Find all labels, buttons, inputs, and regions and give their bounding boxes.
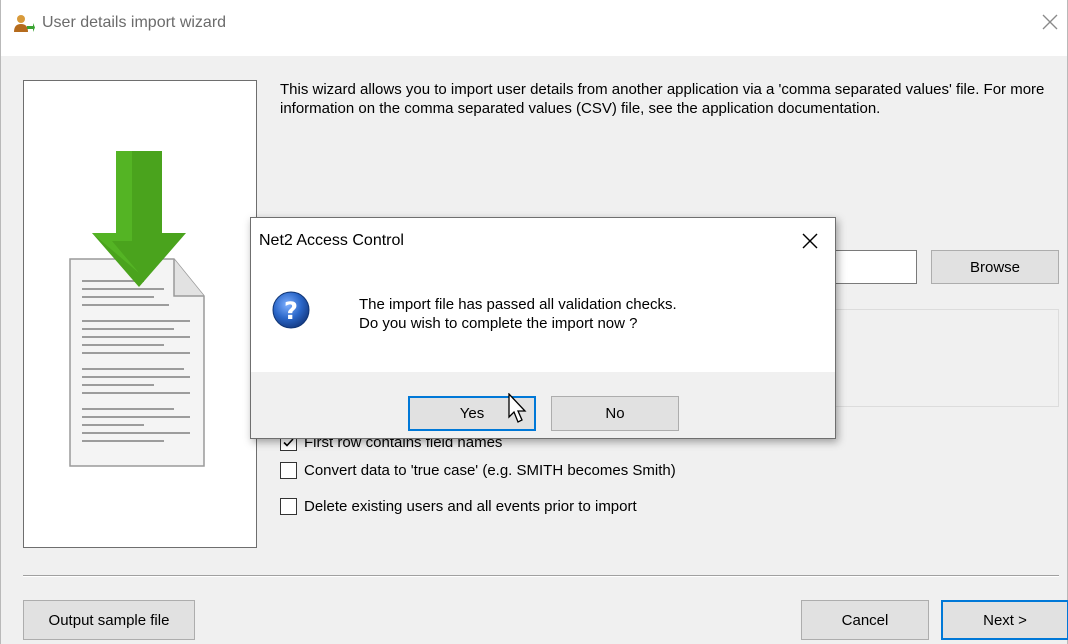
delete-existing-checkbox[interactable] — [280, 497, 297, 515]
intro-text: This wizard allows you to import user de… — [280, 81, 1045, 117]
dialog-body: ? The import file has passed all validat… — [251, 264, 835, 372]
confirm-import-dialog: Net2 Access Control ? The import file ha… — [250, 217, 836, 439]
browse-button[interactable]: Browse — [931, 250, 1059, 284]
delete-existing-option[interactable]: Delete existing users and all events pri… — [280, 494, 637, 518]
cancel-button[interactable]: Cancel — [801, 600, 929, 640]
dialog-message: The import file has passed all validatio… — [359, 295, 677, 333]
footer-separator — [23, 575, 1059, 577]
import-document-icon — [69, 151, 205, 467]
wizard-illustration — [23, 80, 257, 548]
dialog-title-bar: Net2 Access Control — [251, 218, 835, 264]
user-import-icon — [14, 15, 35, 32]
dialog-message-line1: The import file has passed all validatio… — [359, 296, 677, 313]
svg-text:?: ? — [284, 297, 298, 325]
window-title: User details import wizard — [42, 14, 227, 31]
dialog-title: Net2 Access Control — [259, 232, 404, 249]
close-icon[interactable] — [1037, 9, 1063, 35]
delete-existing-label: Delete existing users and all events pri… — [304, 497, 637, 515]
dialog-footer: Yes No — [251, 372, 835, 438]
true-case-checkbox[interactable] — [280, 461, 297, 479]
dialog-close-icon[interactable] — [799, 230, 821, 252]
options-groupbox — [821, 309, 1059, 407]
question-icon: ? — [272, 291, 310, 329]
true-case-label: Convert data to 'true case' (e.g. SMITH … — [304, 461, 676, 479]
no-button[interactable]: No — [551, 396, 679, 431]
title-bar: User details import wizard — [1, 0, 1067, 56]
output-sample-file-button[interactable]: Output sample file — [23, 600, 195, 640]
true-case-option[interactable]: Convert data to 'true case' (e.g. SMITH … — [280, 458, 676, 482]
next-button[interactable]: Next > — [941, 600, 1068, 640]
mouse-cursor-icon — [508, 393, 527, 423]
dialog-message-line2: Do you wish to complete the import now ? — [359, 315, 638, 332]
